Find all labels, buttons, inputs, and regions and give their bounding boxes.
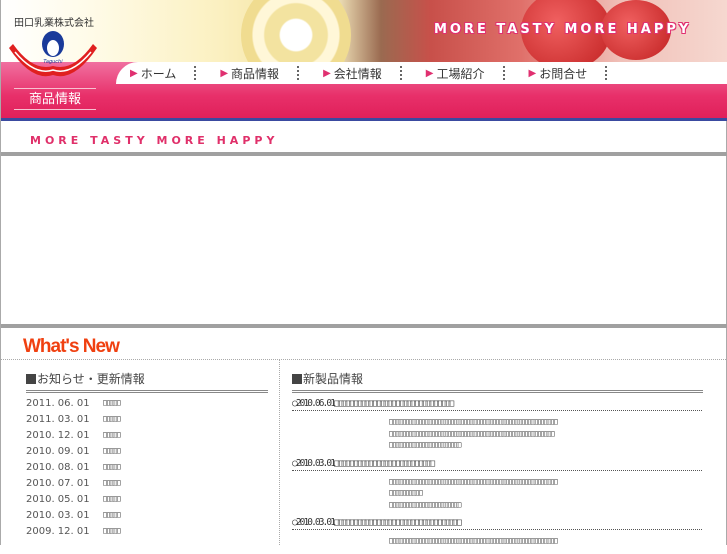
arrow-icon: ▶ <box>130 67 138 79</box>
entry-body-line: □□□□□□□□□□□□□□□□□□□□□□□□□□□□□□□□□□□□□□□□… <box>389 417 558 426</box>
gray-divider <box>1 152 727 156</box>
logo-text: Taguchi <box>43 59 63 65</box>
nav-company[interactable]: ▶ 会社情報 <box>323 62 382 84</box>
news-item[interactable]: 2011. 06. 01 □□□□□ <box>26 398 121 414</box>
news-item[interactable]: 2010. 05. 01 □□□□□ <box>26 494 121 510</box>
nav-label: ホーム <box>140 66 177 81</box>
products-heading: 新製品情報 <box>292 370 703 393</box>
news-date: 2010. 05. 01 <box>26 494 90 505</box>
square-icon <box>292 374 302 384</box>
news-date: 2010. 09. 01 <box>26 446 90 457</box>
entry-body-line: □□□□□□□□□□□□□□□□□□□□□□□□□□□□□□□□□□□□□□□□… <box>389 428 555 438</box>
news-list: 2011. 06. 01 □□□□□ 2011. 03. 01 □□□□□ 2010. … <box>26 398 121 542</box>
news-title: □□□□□ <box>103 510 121 519</box>
arrow-icon: ▶ <box>220 67 229 79</box>
dotted-divider <box>1 359 727 360</box>
news-title: □□□□□ <box>103 398 121 407</box>
square-icon <box>26 374 36 384</box>
nav-label: 工場紹介 <box>436 66 485 81</box>
entry-body-line: □□□□□□□□□□□□□□□□□□□□□□ <box>389 499 461 509</box>
entry-body-line: □□□□□□□□□□□□□□□□□□□□□□ <box>389 440 461 449</box>
divider <box>194 66 197 80</box>
entry-body-line: □□□□□□□□□□ <box>389 488 423 497</box>
news-title: □□□□□ <box>103 494 121 503</box>
banner-slogan: MORE TASTY MORE HAPPY <box>30 134 279 147</box>
taguchi-logo[interactable]: Taguchi <box>7 30 99 82</box>
nav-label: 会社情報 <box>333 66 382 81</box>
news-item[interactable]: 2010. 03. 01 □□□□□ <box>26 510 121 526</box>
news-item[interactable]: 2010. 07. 01 □□□□□ <box>26 478 121 494</box>
product-entry: ○2010.06.01□□□□□□□□□□□□□□□□□□□□□□□□□□□□□… <box>292 398 702 451</box>
divider <box>297 66 300 80</box>
nav-label: 商品情報 <box>231 66 280 81</box>
news-date: 2010. 12. 01 <box>26 430 90 441</box>
entry-body: □□□□□□□□□□□□□□□□□□□□□□□□□□□□□□□□□□□□□□□□… <box>389 416 702 451</box>
entry-body-line: □□□□□□□□□□□□□□□□□□□□□□□□□□□□□□□□□□□□□□□□… <box>389 476 558 486</box>
news-title: □□□□□ <box>103 462 121 471</box>
entry-title-text: ○2010.06.01□□□□□□□□□□□□□□□□□□□□□□□□□□□□□… <box>292 398 454 409</box>
news-date: 2010. 08. 01 <box>26 462 90 473</box>
entry-title[interactable]: ○2010.06.01□□□□□□□□□□□□□□□□□□□□□□□□□□□□□… <box>292 398 702 411</box>
nav-label: お問合せ <box>539 66 588 81</box>
entry-body: □□□□□□□□□□□□□□□□□□□□□□□□□□□□□□□□□□□□□□□□… <box>389 476 702 511</box>
news-date: 2011. 06. 01 <box>26 398 90 409</box>
product-entry: ○2010.03.01□□□□□□□□□□□□□□□□□□□□□□□□□□□□□… <box>292 517 702 547</box>
heading-text: お知らせ・更新情報 <box>37 372 145 386</box>
news-title: □□□□□ <box>103 414 121 423</box>
entry-title-text: ○2010.03.01□□□□□□□□□□□□□□□□□□□□□□□□□□ <box>292 457 435 469</box>
news-title: □□□□□ <box>103 526 121 535</box>
whats-new-heading: What's New <box>23 336 120 357</box>
section-title: 商品情報 <box>14 88 96 110</box>
news-item[interactable]: 2010. 08. 01 □□□□□ <box>26 462 121 478</box>
news-item[interactable]: 2009. 12. 01 □□□□□ <box>26 526 121 542</box>
news-item[interactable]: 2010. 09. 01 □□□□□ <box>26 446 121 462</box>
company-name: 田口乳業株式会社 <box>14 18 94 29</box>
news-date: 2009. 12. 01 <box>26 526 90 537</box>
products-list: ○2010.06.01□□□□□□□□□□□□□□□□□□□□□□□□□□□□□… <box>292 398 702 554</box>
arrow-icon: ▶ <box>323 67 331 79</box>
entry-title-text: ○2010.03.01□□□□□□□□□□□□□□□□□□□□□□□□□□□□□… <box>292 517 462 528</box>
gray-divider <box>1 324 727 328</box>
arrow-icon: ▶ <box>528 67 537 79</box>
divider <box>399 66 402 80</box>
blue-divider <box>1 118 727 121</box>
news-item[interactable]: 2011. 03. 01 □□□□□ <box>26 414 121 430</box>
news-date: 2010. 07. 01 <box>26 478 90 489</box>
nav-factory[interactable]: ▶ 工場紹介 <box>426 62 485 84</box>
nav-contact[interactable]: ▶ お問合せ <box>529 62 588 84</box>
header-banner: MORE TASTY MORE HAPPY 田口乳業株式会社 Taguchi ▶… <box>1 0 727 118</box>
nav-products[interactable]: ▶ 商品情報 <box>220 62 279 84</box>
divider <box>605 66 608 80</box>
news-title: □□□□□ <box>103 430 121 439</box>
news-date: 2010. 03. 01 <box>26 510 90 521</box>
news-date: 2011. 03. 01 <box>26 414 90 425</box>
entry-title[interactable]: ○2010.03.01□□□□□□□□□□□□□□□□□□□□□□□□□□ <box>292 458 702 471</box>
header-slogan: MORE TASTY MORE HAPPY <box>434 22 692 37</box>
column-divider <box>279 360 280 545</box>
divider <box>502 66 505 80</box>
news-title: □□□□□ <box>103 446 121 455</box>
nav-home[interactable]: ▶ ホーム <box>130 62 176 84</box>
arrow-icon: ▶ <box>425 67 434 79</box>
heading-text: 新製品情報 <box>303 372 364 386</box>
product-entry: ○2010.03.01□□□□□□□□□□□□□□□□□□□□□□□□□□ □□□… <box>292 458 702 511</box>
news-heading: お知らせ・更新情報 <box>26 370 268 393</box>
entry-title[interactable]: ○2010.03.01□□□□□□□□□□□□□□□□□□□□□□□□□□□□□… <box>292 517 702 530</box>
main-nav: ▶ ホーム ▶ 商品情報 ▶ 会社情報 ▶ 工場紹介 ▶ お問合せ <box>116 62 727 84</box>
news-title: □□□□□ <box>103 478 121 487</box>
news-item[interactable]: 2010. 12. 01 □□□□□ <box>26 430 121 446</box>
